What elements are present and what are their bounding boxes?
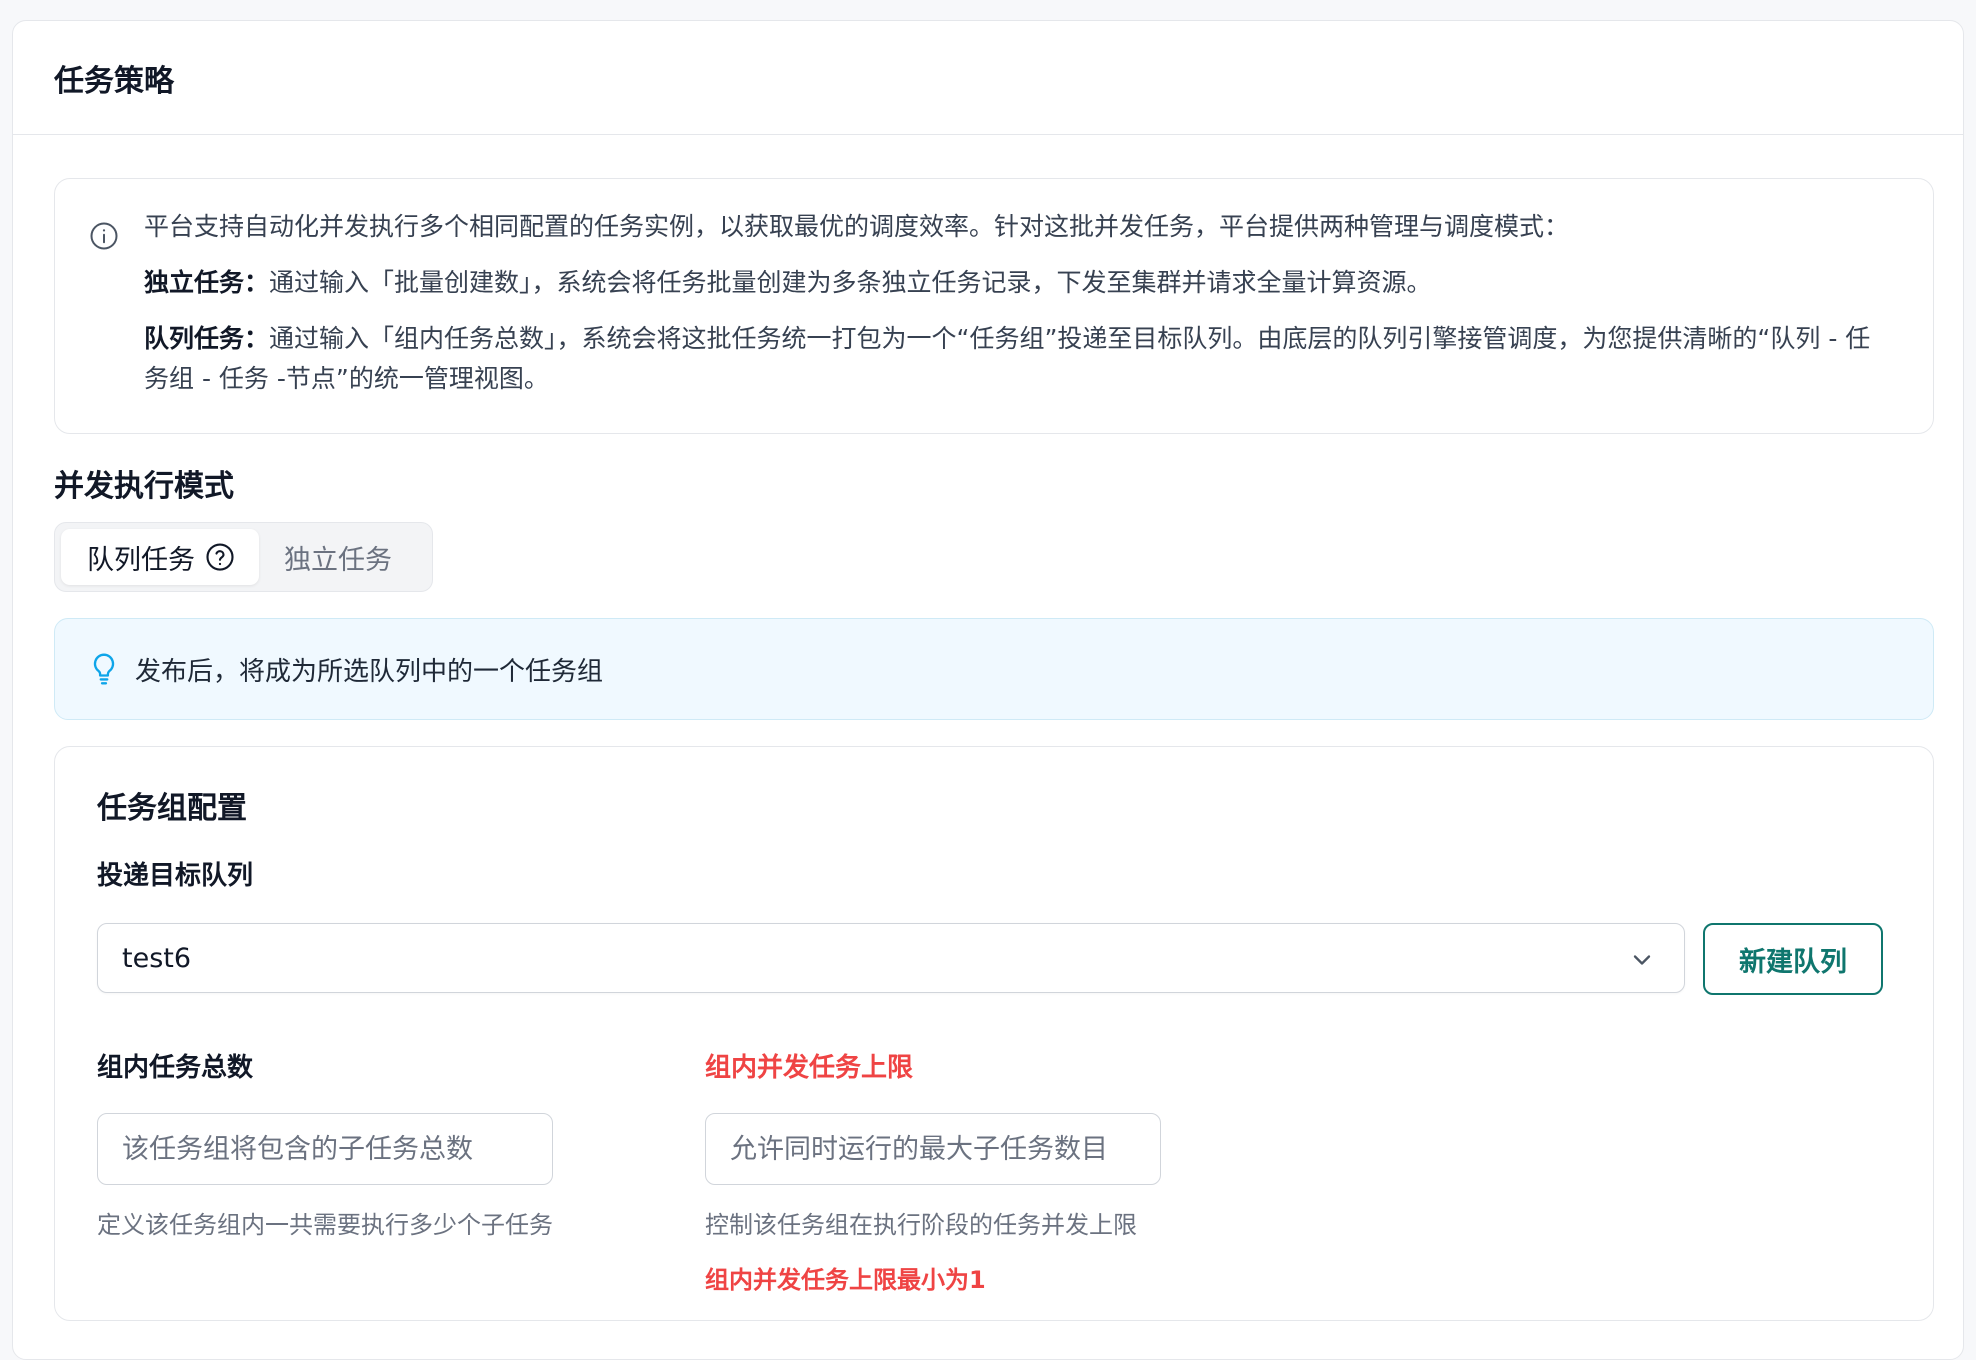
target-queue-select[interactable]: test6: [97, 923, 1685, 993]
publish-tip: 发布后，将成为所选队列中的一个任务组: [54, 618, 1934, 720]
help-icon[interactable]: [205, 542, 235, 572]
total-tasks-label: 组内任务总数: [97, 1053, 254, 1083]
mode-option-queue-label: 队列任务: [87, 544, 195, 576]
concurrency-limit-error: 组内并发任务上限最小为1: [705, 1266, 986, 1294]
intro-notice: 平台支持自动化并发执行多个相同配置的任务实例，以获取最优的调度效率。针对这批并发…: [54, 178, 1934, 434]
intro-queue: 队列任务：通过输入「组内任务总数」，系统会将这批任务统一打包为一个“任务组”投递…: [144, 319, 1893, 399]
task-group-config-title: 任务组配置: [97, 791, 247, 826]
target-queue-value: test6: [122, 942, 192, 974]
mode-option-queue[interactable]: 队列任务: [61, 529, 259, 585]
mode-option-independent[interactable]: 独立任务: [265, 529, 425, 585]
intro-independent-term: 独立任务：: [144, 268, 270, 297]
intro-independent: 独立任务：通过输入「批量创建数」，系统会将任务批量创建为多条独立任务记录，下发至…: [144, 263, 1893, 303]
info-icon: [89, 221, 119, 251]
tip-text: 发布后，将成为所选队列中的一个任务组: [135, 656, 604, 687]
task-strategy-panel: 任务策略 平台支持自动化并发执行多个相同配置的任务实例，以获取最优的调度效率。针…: [12, 20, 1964, 1360]
mode-option-independent-label: 独立任务: [284, 544, 392, 576]
intro-independent-desc: 通过输入「批量创建数」，系统会将任务批量创建为多条独立任务记录，下发至集群并请求…: [269, 268, 1432, 297]
panel-header: 任务策略: [13, 21, 1963, 135]
concurrency-limit-input[interactable]: [705, 1113, 1161, 1185]
lightbulb-icon: [91, 652, 117, 686]
intro-lead: 平台支持自动化并发执行多个相同配置的任务实例，以获取最优的调度效率。针对这批并发…: [144, 212, 1570, 241]
intro-text: 平台支持自动化并发执行多个相同配置的任务实例，以获取最优的调度效率。针对这批并发…: [144, 207, 1893, 399]
mode-segmented-control: 队列任务 独立任务: [54, 522, 433, 592]
mode-title: 并发执行模式: [54, 469, 234, 504]
chevron-down-icon: [1628, 946, 1656, 974]
concurrency-limit-helper: 控制该任务组在执行阶段的任务并发上限: [705, 1211, 1137, 1239]
target-queue-label: 投递目标队列: [97, 861, 254, 891]
concurrency-limit-label: 组内并发任务上限: [705, 1053, 914, 1083]
intro-queue-term: 队列任务：: [144, 324, 270, 353]
total-tasks-helper: 定义该任务组内一共需要执行多少个子任务: [97, 1211, 553, 1239]
new-queue-button[interactable]: 新建队列: [1703, 923, 1883, 995]
task-group-config-card: 任务组配置 投递目标队列 test6 新建队列 组内任务总数 定义该任务组内一共…: [54, 746, 1934, 1321]
total-tasks-input[interactable]: [97, 1113, 553, 1185]
panel-title: 任务策略: [54, 63, 174, 99]
intro-queue-desc: 通过输入「组内任务总数」，系统会将这批任务统一打包为一个“任务组”投递至目标队列…: [144, 324, 1871, 393]
